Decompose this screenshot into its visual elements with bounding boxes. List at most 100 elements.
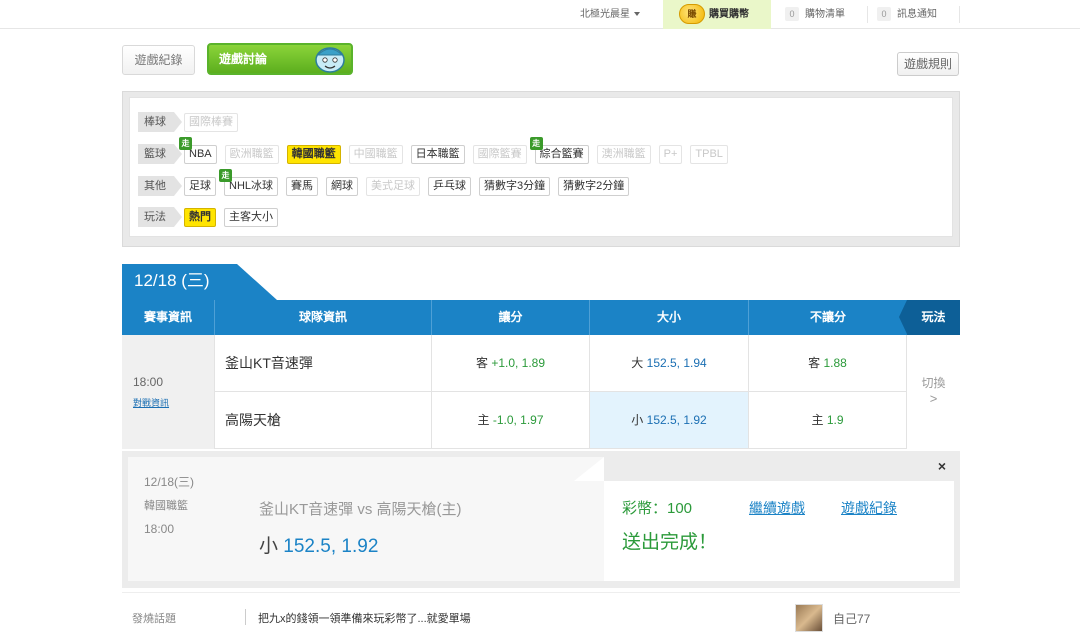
filter-chip[interactable]: 乒乓球 [428,176,472,196]
away-spread-odds[interactable]: 客 +1.0, 1.89 [432,335,590,392]
filter-panel-inner: 棒球 國際棒賽 籃球 走 NBA 歐洲職籃 韓國職籃 中國職籃 日本職籃 國際籃賽… [129,97,953,237]
notifications-link[interactable]: 0 訊息通知 [877,0,937,29]
filter-chip[interactable]: 主客大小 [224,207,278,227]
chevron-down-icon [634,12,640,17]
odds-value: 1.88 [823,356,847,370]
buy-coins-label: 購買購幣 [709,9,749,20]
odds-value: 152.5, 1.94 [646,356,707,370]
filter-row-other: 其他 足球 走 NHL冰球 賽馬 網球 美式足球 乒乓球 猜數字3分鐘 猜數字2分… [138,168,637,196]
matchup-info-link[interactable]: 對戰資訊 [133,396,169,409]
switch-play-button[interactable]: 切換 > [907,335,960,449]
match-table: 18:00 對戰資訊 釜山KT音速彈 客 +1.0, 1.89 大 152.5,… [122,335,960,449]
divider [245,609,246,625]
filter-chip[interactable]: 歐洲職籃 [224,144,279,164]
odds-value: 1.9 [826,413,844,427]
odds-prefix: 大 [631,356,644,370]
column-header: 讓分 [432,300,590,335]
filter-panel: 棒球 國際棒賽 籃球 走 NBA 歐洲職籃 韓國職籃 中國職籃 日本職籃 國際籃賽… [122,91,960,247]
divider [959,6,960,23]
match-info-cell: 18:00 對戰資訊 [122,335,215,449]
odds-prefix: 客 [808,356,821,370]
filter-chip-selected[interactable]: 熱門 [184,207,216,227]
filter-chip-label: NHL冰球 [229,179,274,192]
under-odds-selected[interactable]: 小 152.5, 1.92 [590,392,749,449]
column-header: 賽事資訊 [122,300,215,335]
bet-prefix: 小 [259,536,279,557]
hot-topic-link[interactable]: 把九x的錢領一領準備來玩彩幣了...就愛單場 [258,610,471,626]
hot-topic-user[interactable]: 自己77 [833,610,870,627]
over-odds[interactable]: 大 152.5, 1.94 [590,335,749,392]
column-header: 大小 [590,300,749,335]
divider [867,6,868,23]
live-badge: 走 [179,136,192,150]
filter-chip[interactable]: 猜數字3分鐘 [479,176,551,196]
bet-selection: 小 152.5, 1.92 [259,531,378,558]
user-menu[interactable]: 北極光晨星 [580,0,640,29]
continue-game-link[interactable]: 繼續遊戲 [749,498,805,518]
hot-topic-label: 發燒話題 [132,613,176,625]
odds-prefix: 小 [631,413,644,427]
tab-game-discussion[interactable]: 遊戲討論 [207,43,353,75]
filter-chip[interactable]: 足球 [184,176,216,196]
odds-prefix: 主 [477,413,490,427]
bet-summary: 12/18(三) 韓國職籃 18:00 釜山KT音速彈 vs 高陽天槍(主) 小… [128,457,604,581]
filter-chip-selected[interactable]: 韓國職籃 [286,144,341,164]
message-count-badge: 0 [877,7,891,22]
buy-coins-button[interactable]: 賺購買購幣 [663,0,771,29]
live-badge: 走 [219,168,232,182]
live-badge: 走 [529,136,543,150]
filter-chip[interactable]: 美式足球 [366,176,421,196]
filter-category-baseball: 棒球 [138,112,182,132]
home-moneyline-odds[interactable]: 主 1.9 [749,392,907,449]
odds-value: -1.0, 1.97 [492,413,544,427]
play-type-tab[interactable]: 玩法 [899,300,960,335]
home-spread-odds[interactable]: 主 -1.0, 1.97 [432,392,590,449]
filter-category-basketball: 籃球 [138,144,182,164]
filter-chip[interactable]: 網球 [326,176,359,196]
filter-chip[interactable]: P+ [658,144,683,164]
shopping-list-label: 購物清單 [805,9,845,20]
chevron-right-icon: > [929,391,938,406]
filter-category-other: 其他 [138,176,182,196]
filter-chip-nhl[interactable]: 走 NHL冰球 [219,168,279,196]
tab-game-record[interactable]: 遊戲紀錄 [122,45,195,75]
game-record-link[interactable]: 遊戲紀錄 [841,498,897,518]
filter-row-play: 玩法 熱門 主客大小 [138,207,286,227]
bet-value: 152.5, 1.92 [283,536,379,557]
column-header: 不讓分 [809,310,846,324]
bet-matchup: 釜山KT音速彈 vs 高陽天槍(主) [259,501,462,518]
filter-chip-nba[interactable]: 走 NBA [179,136,217,164]
bet-date: 12/18(三) [144,475,195,489]
filter-chip[interactable]: 猜數字2分鐘 [558,176,630,196]
close-icon[interactable]: × [924,451,960,481]
shopping-list-link[interactable]: 0 購物清單 [785,0,845,29]
filter-chip[interactable]: 中國職籃 [348,144,403,164]
avatar[interactable] [795,604,823,632]
odds-prefix: 主 [811,413,824,427]
odds-value: 152.5, 1.92 [646,413,707,427]
filter-chip-label: 綜合籃賽 [539,147,584,160]
filter-chip[interactable]: 賽馬 [286,176,319,196]
tab-game-discussion-label: 遊戲討論 [219,52,268,66]
hot-topic-bar: 發燒話題 把九x的錢領一領準備來玩彩幣了...就愛單場 自己77 [122,592,960,641]
column-header: 球隊資訊 [215,300,432,335]
match-time: 18:00 [133,375,164,389]
top-bar: 北極光晨星 賺購買購幣 0 購物清單 0 訊息通知 [0,0,1080,29]
away-moneyline-odds[interactable]: 客 1.88 [749,335,907,392]
filter-chip-combined[interactable]: 走綜合籃賽 [529,136,589,164]
filter-chip[interactable]: 國際棒賽 [184,112,238,132]
notifications-label: 訊息通知 [897,9,937,20]
table-header: 賽事資訊 球隊資訊 讓分 大小 不讓分 [122,300,960,335]
filter-chip[interactable]: TPBL [690,144,728,164]
filter-category-play: 玩法 [138,207,182,227]
cart-count-badge: 0 [785,7,799,22]
filter-chip[interactable]: 日本職籃 [410,144,465,164]
filter-row-baseball: 棒球 國際棒賽 [138,112,246,132]
submit-complete-message: 送出完成！ [622,532,718,553]
filter-chip[interactable]: 澳洲職籃 [596,144,651,164]
filter-chip[interactable]: 國際籃賽 [472,144,527,164]
user-name: 北極光晨星 [580,9,630,20]
bet-league: 韓國職籃 [144,500,188,512]
game-rules-button[interactable]: 遊戲規則 [897,52,959,76]
away-team-name: 釜山KT音速彈 [215,335,432,392]
